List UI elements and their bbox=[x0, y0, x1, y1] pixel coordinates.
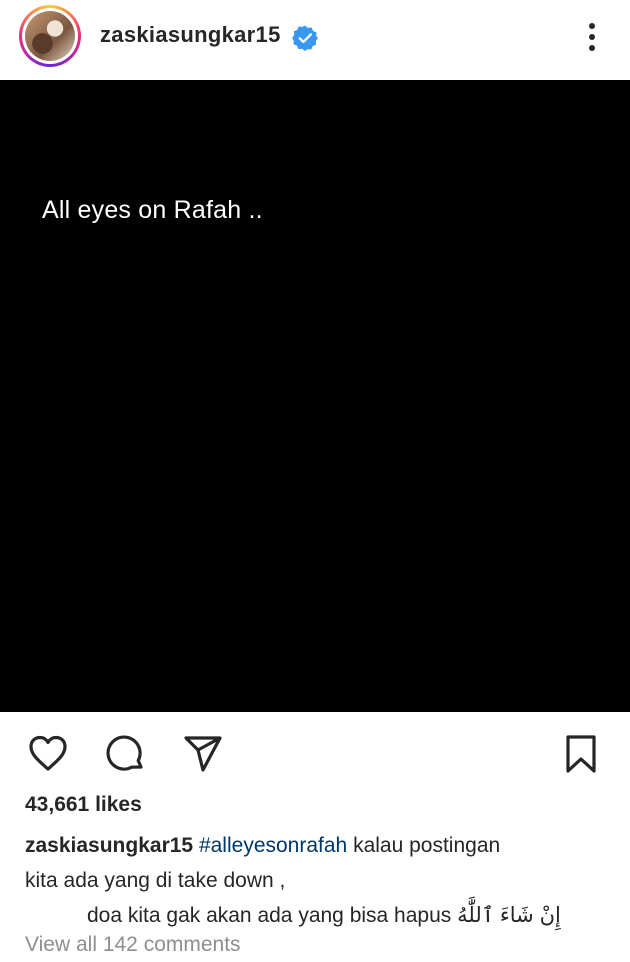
likes-count[interactable]: 43,661 likes bbox=[25, 793, 142, 817]
post-header: zaskiasungkar15 bbox=[0, 0, 630, 80]
comment-icon[interactable] bbox=[104, 733, 146, 775]
caption-hashtag[interactable]: #alleyesonrafah bbox=[199, 834, 347, 857]
avatar-ring-gap bbox=[22, 8, 78, 64]
header-username[interactable]: zaskiasungkar15 bbox=[100, 22, 281, 48]
story-ring[interactable] bbox=[19, 5, 81, 67]
caption-text-1: kalau postingan bbox=[347, 834, 501, 857]
more-options-icon[interactable] bbox=[580, 20, 604, 54]
post-image-text: All eyes on Rafah .. bbox=[42, 196, 263, 224]
heart-icon[interactable] bbox=[27, 733, 69, 775]
avatar[interactable] bbox=[25, 11, 75, 61]
view-comments-link[interactable]: View all 142 comments bbox=[25, 933, 241, 957]
bookmark-icon[interactable] bbox=[560, 733, 602, 775]
caption-arabic-text: إِنْ شَاءَ ٱللَّٰهُ bbox=[457, 904, 561, 927]
verified-badge-icon bbox=[292, 25, 318, 51]
caption-line-2: kita ada yang di take down , bbox=[25, 869, 286, 892]
send-icon[interactable] bbox=[182, 733, 224, 775]
caption-line-3: doa kita gak akan ada yang bisa hapus إِ… bbox=[25, 898, 615, 933]
caption: zaskiasungkar15 #alleyesonrafah kalau po… bbox=[25, 828, 615, 933]
action-bar bbox=[0, 712, 630, 792]
post-image[interactable]: All eyes on Rafah .. bbox=[0, 80, 630, 712]
caption-line-1: zaskiasungkar15 #alleyesonrafah kalau po… bbox=[25, 828, 615, 863]
caption-text-3: doa kita gak akan ada yang bisa hapus bbox=[87, 904, 452, 927]
caption-username[interactable]: zaskiasungkar15 bbox=[25, 834, 193, 857]
